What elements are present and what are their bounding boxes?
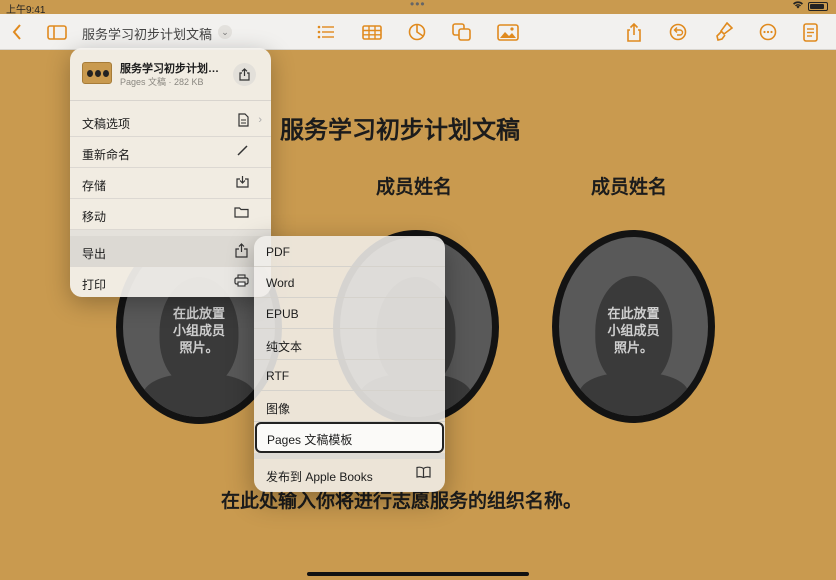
save-icon (236, 175, 249, 191)
export-option-publish-apple-books[interactable]: 发布到 Apple Books (254, 453, 445, 490)
export-option-image[interactable]: 图像 (254, 391, 445, 422)
share-icon[interactable] (623, 22, 645, 42)
export-submenu: PDF Word EPUB 纯文本 RTF 图像 Pages 文稿模板 发布到 … (254, 236, 445, 492)
list-icon[interactable] (315, 22, 337, 42)
photo-placeholder-text: 在此放置 小组成员 照片。 (607, 306, 660, 356)
menu-item-label: 移动 (82, 210, 107, 224)
menu-item-export[interactable]: 导出 (70, 230, 271, 267)
menu-item-rename[interactable]: 重新命名 (70, 137, 271, 168)
menu-item-document-options[interactable]: 文稿选项 › (70, 106, 271, 137)
export-option-label: EPUB (266, 307, 299, 321)
photo-placeholder-text: 在此放置 小组成员 照片。 (172, 306, 225, 356)
file-name: 服务学习初步计划文稿 (120, 63, 228, 75)
format-brush-icon[interactable] (713, 22, 735, 42)
sidebar-icon[interactable] (46, 22, 68, 42)
export-option-label: 纯文本 (266, 340, 303, 354)
silhouette-shoulders (142, 373, 256, 417)
home-indicator[interactable] (307, 572, 529, 576)
wifi-icon (792, 0, 804, 12)
menu-item-label: 文稿选项 (82, 117, 131, 131)
battery-icon (808, 1, 828, 11)
media-icon[interactable] (497, 22, 519, 42)
file-menu-header: 服务学习初步计划文稿 Pages 文稿 · 282 KB (70, 48, 271, 101)
member-photo-placeholder-3[interactable]: 在此放置 小组成员 照片。 (552, 230, 715, 423)
menu-item-print[interactable]: 打印 (70, 267, 271, 297)
file-menu-items: 文稿选项 › 重新命名 存储 移动 导出 打印 (70, 106, 271, 297)
shape-icon[interactable] (451, 22, 473, 42)
export-option-pdf[interactable]: PDF (254, 236, 445, 267)
member-name-2[interactable]: 成员姓名 (591, 172, 667, 199)
document-icon[interactable] (799, 22, 821, 42)
menu-item-label: 存储 (82, 179, 107, 193)
menu-item-label: 打印 (82, 278, 107, 292)
status-bar: 上午9:41 ••• (0, 0, 836, 16)
photo-frame: 在此放置 小组成员 照片。 (559, 237, 708, 416)
table-icon[interactable] (361, 22, 383, 42)
menu-item-label: 重新命名 (82, 148, 131, 162)
export-option-label: 图像 (266, 402, 291, 416)
title-chevron-icon[interactable]: ⌄ (218, 25, 232, 39)
book-icon (416, 466, 431, 481)
file-meta: Pages 文稿 · 282 KB (120, 77, 204, 87)
export-option-label: Pages 文稿模板 (267, 433, 353, 447)
silhouette-shoulders (578, 373, 689, 416)
menu-item-save[interactable]: 存储 (70, 168, 271, 199)
export-option-label: RTF (266, 369, 290, 383)
export-option-rtf[interactable]: RTF (254, 360, 445, 391)
export-option-label: 发布到 Apple Books (266, 470, 373, 484)
folder-icon (234, 206, 249, 221)
member-name-1[interactable]: 成员姓名 (376, 172, 452, 199)
document-heading[interactable]: 服务学习初步计划文稿 (280, 110, 520, 145)
export-option-word[interactable]: Word (254, 267, 445, 298)
share-icon (239, 68, 250, 81)
menu-item-label: 导出 (82, 247, 107, 261)
multitasking-dots[interactable]: ••• (410, 0, 426, 11)
export-option-plain-text[interactable]: 纯文本 (254, 329, 445, 360)
export-icon (234, 243, 249, 261)
status-right (792, 0, 828, 12)
export-option-epub[interactable]: EPUB (254, 298, 445, 329)
chevron-right-icon: › (258, 114, 262, 126)
export-option-label: PDF (266, 245, 290, 259)
export-option-pages-template[interactable]: Pages 文稿模板 (255, 422, 444, 453)
undo-icon[interactable] (667, 22, 689, 42)
document-thumbnail (82, 62, 112, 84)
export-option-label: Word (266, 276, 295, 290)
file-menu: 服务学习初步计划文稿 Pages 文稿 · 282 KB 文稿选项 › 重新命名… (70, 48, 271, 297)
share-button[interactable] (233, 63, 256, 86)
printer-icon (234, 274, 249, 290)
document-icon (238, 113, 249, 130)
document-title[interactable]: 服务学习初步计划文稿 (82, 24, 212, 43)
back-chevron-icon[interactable] (6, 22, 28, 42)
menu-item-move[interactable]: 移动 (70, 199, 271, 230)
pencil-icon (237, 144, 249, 159)
chart-icon[interactable] (406, 22, 428, 42)
toolbar: 服务学习初步计划文稿 ⌄ (0, 14, 836, 50)
more-icon[interactable] (757, 22, 779, 42)
